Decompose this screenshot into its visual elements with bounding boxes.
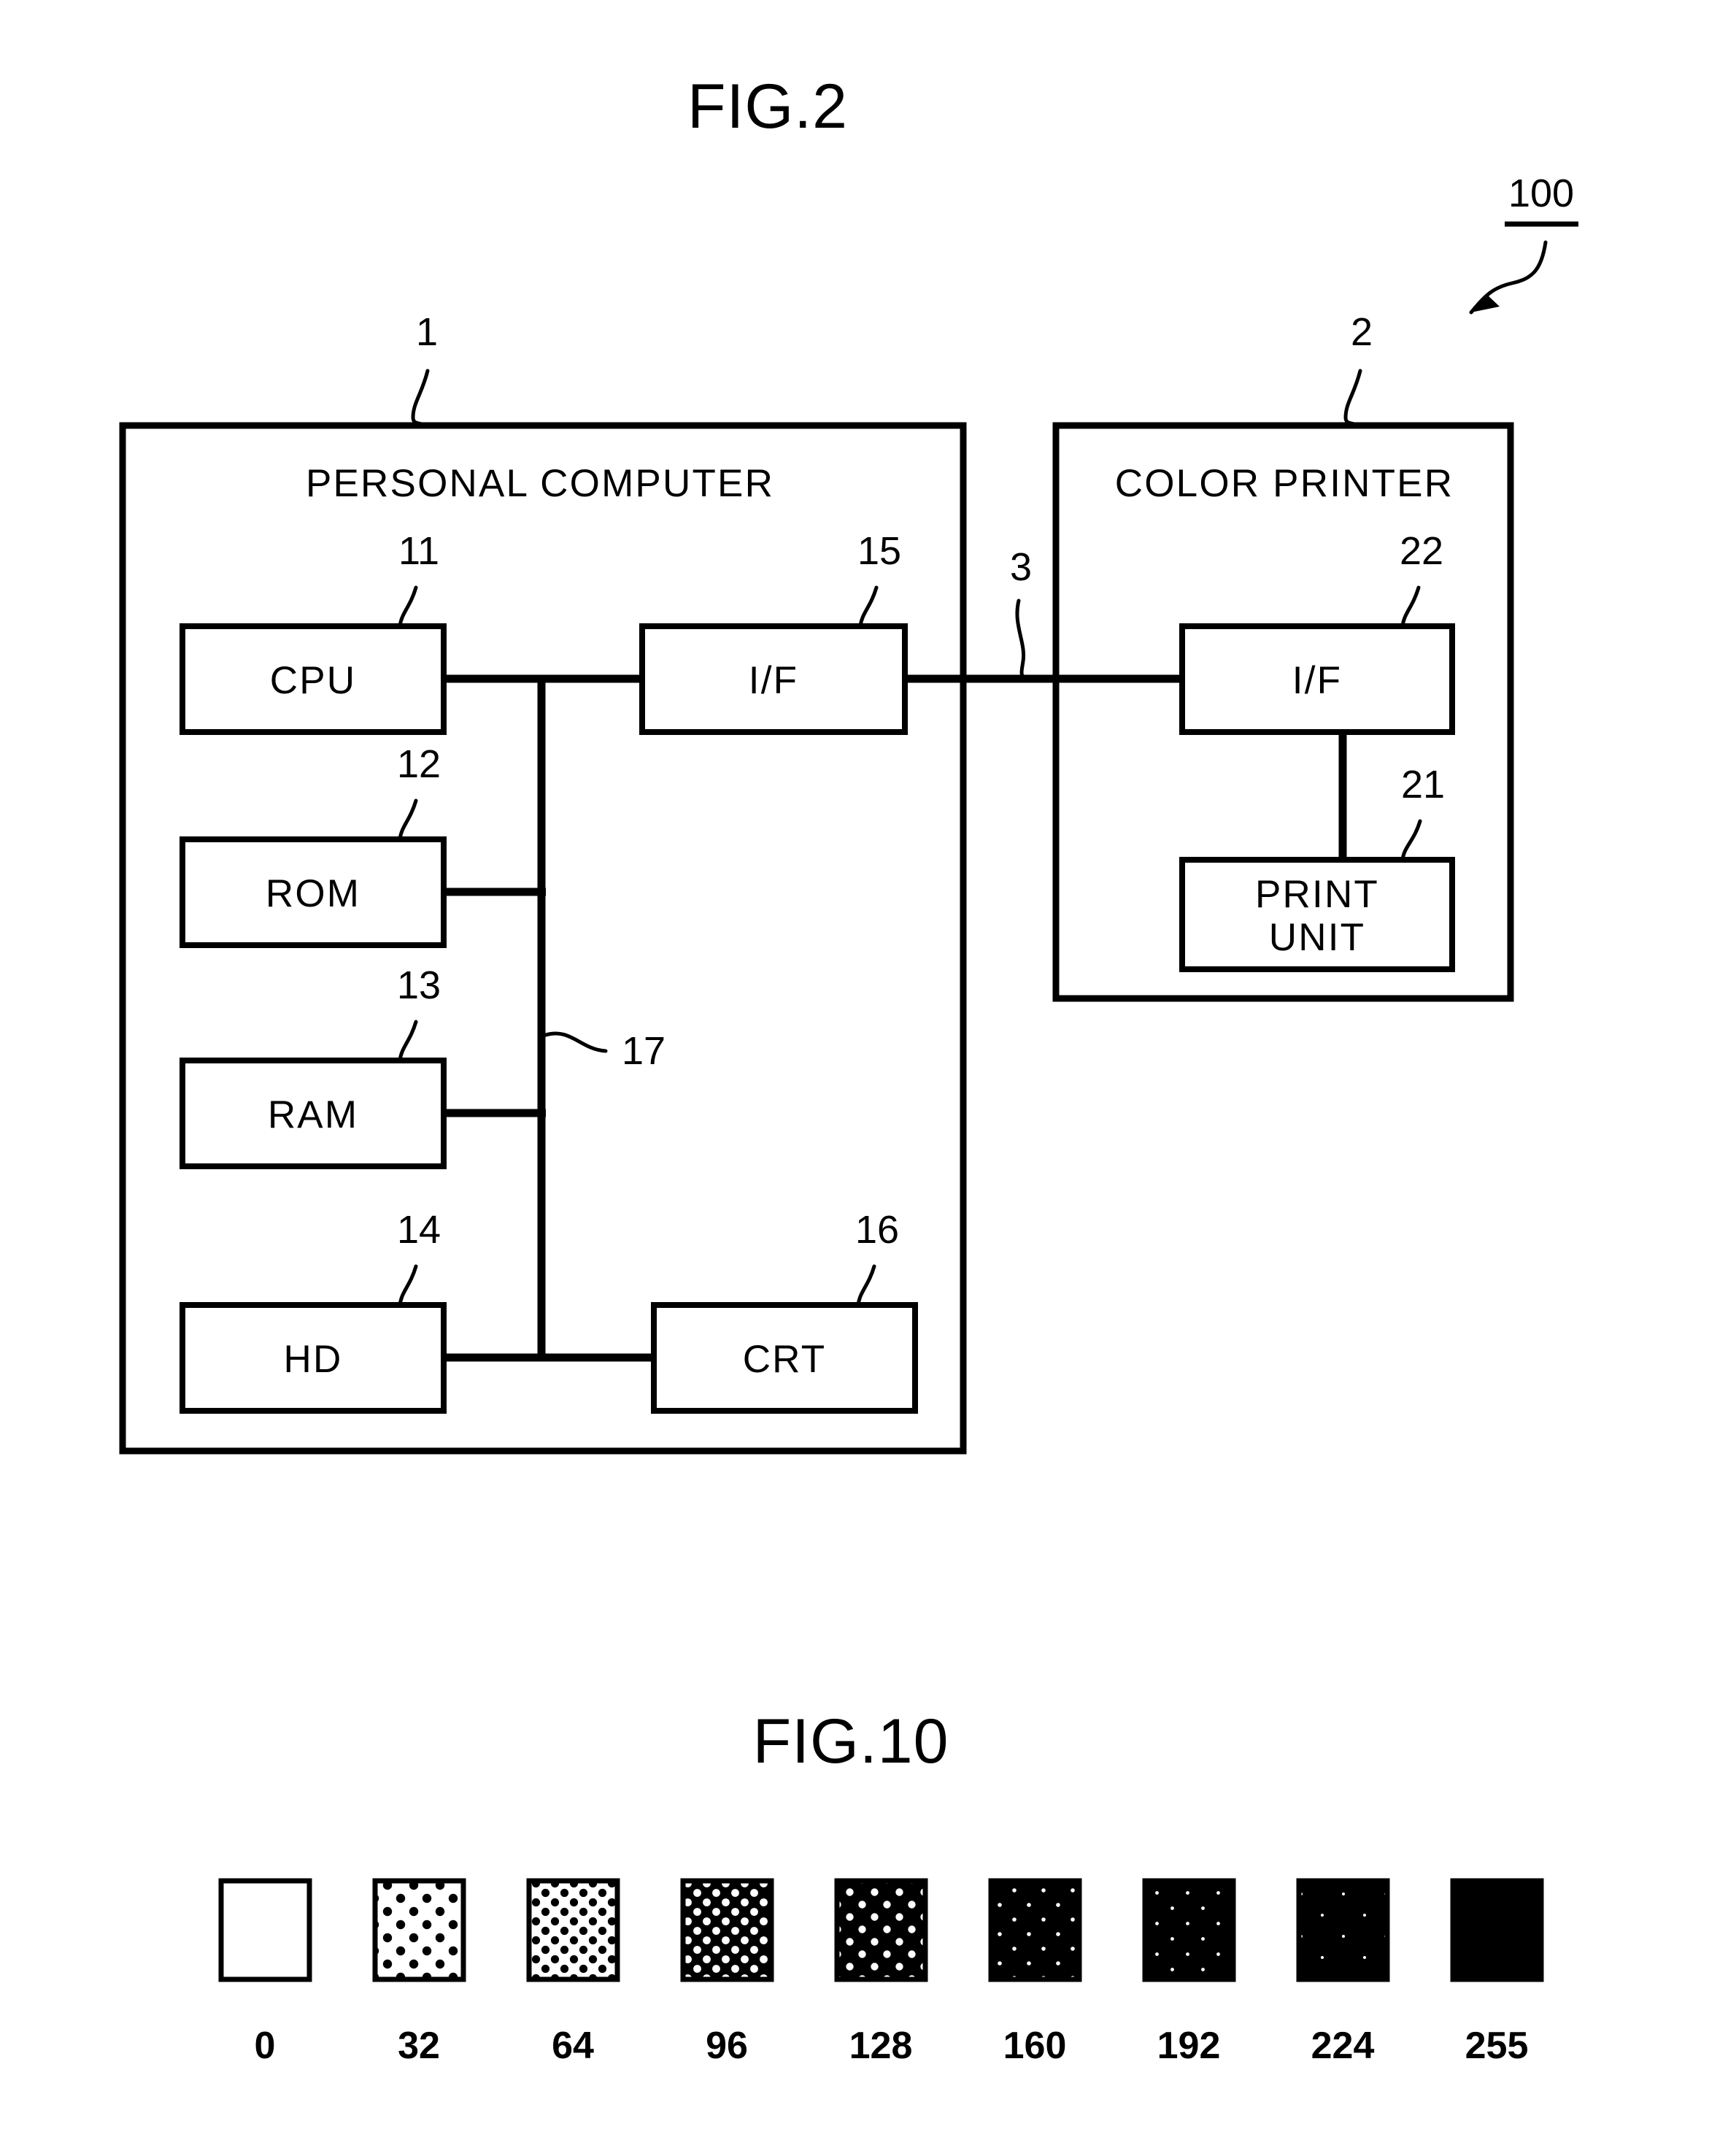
ref-num-11: 11 [398,529,439,573]
figure-10: FIG.10 0 32 64 96 128 160 192 224 255 [218,1706,1544,2067]
ref-num-16: 16 [855,1208,899,1252]
tone-patch-value-128: 128 [849,2025,913,2067]
tone-patch-255: 255 [1450,1878,1544,2067]
tone-patch-224: 224 [1296,1878,1390,2067]
tone-patch-value-160: 160 [1003,2025,1067,2067]
tone-patch-value-0: 0 [255,2025,276,2067]
fig2-title: FIG.2 [687,72,848,142]
ref-num-21: 21 [1401,763,1445,806]
ref-num-12: 12 [397,742,441,786]
printer-cable-reference-3: 3 [1010,545,1032,681]
tone-patch-64: 64 [526,1878,620,2067]
ref-num-100: 100 [1508,172,1574,215]
tone-patch-192: 192 [1142,1878,1236,2067]
ram-label: RAM [268,1093,358,1136]
tone-patch-value-64: 64 [552,2025,594,2067]
print-unit-label-line2: UNIT [1269,916,1365,959]
tone-patch-swatch-224 [1296,1878,1390,1982]
if-pc-label: I/F [749,659,798,702]
tone-patch-swatch-192 [1142,1878,1236,1982]
tone-patch-0: 0 [218,1878,312,2067]
ref-num-22: 22 [1400,529,1443,573]
tone-patch-value-255: 255 [1465,2025,1529,2067]
drawing-canvas: FIG.2 100 PERSONAL COMPUTER 1 COLOR PRIN… [119,72,1578,2067]
if-printer-label: I/F [1292,659,1342,702]
tone-patch-value-192: 192 [1157,2025,1221,2067]
tone-patch-96: 96 [680,1878,774,2067]
ref-num-17: 17 [622,1029,666,1073]
cpu-label: CPU [270,659,357,702]
tone-patch-value-96: 96 [706,2025,748,2067]
ref-1-leader-line [411,369,430,428]
figure-2: FIG.2 100 PERSONAL COMPUTER 1 COLOR PRIN… [119,72,1578,1455]
tone-patch-swatch-0 [218,1878,312,1982]
ref-num-2: 2 [1351,310,1373,354]
tone-patch-swatch-128 [834,1878,928,1982]
tone-patch-128: 128 [834,1878,928,2067]
tone-patch-swatch-64 [526,1878,620,1982]
ref-num-15: 15 [857,529,901,573]
tone-patch-32: 32 [372,1878,466,2067]
personal-computer-label: PERSONAL COMPUTER [306,462,774,505]
tone-patch-160: 160 [988,1878,1082,2067]
tone-patch-swatch-160 [988,1878,1082,1982]
print-unit-label-line1: PRINT [1255,873,1379,916]
fig10-title: FIG.10 [753,1706,949,1776]
ref-3-leader-line [1015,598,1027,681]
ref-num-13: 13 [397,963,441,1007]
ref-num-14: 14 [397,1208,441,1252]
tone-patch-swatch-96 [680,1878,774,1982]
system-reference-100: 100 [1469,172,1578,315]
color-printer-label: COLOR PRINTER [1115,462,1454,505]
tone-patch-swatch-255 [1450,1878,1544,1982]
ref-num-3: 3 [1010,545,1032,589]
tone-patch-swatch-32 [372,1878,466,1982]
tone-patch-value-32: 32 [398,2025,440,2067]
ref-num-1: 1 [416,310,438,354]
tone-patch-value-224: 224 [1311,2025,1375,2067]
patent-drawing-sheet: FIG.2 100 PERSONAL COMPUTER 1 COLOR PRIN… [0,0,1728,2156]
rom-label: ROM [266,872,360,915]
hd-label: HD [284,1338,343,1381]
ref-2-leader-line [1343,369,1362,428]
crt-label: CRT [743,1338,827,1381]
ref-100-arrowhead [1471,295,1500,312]
